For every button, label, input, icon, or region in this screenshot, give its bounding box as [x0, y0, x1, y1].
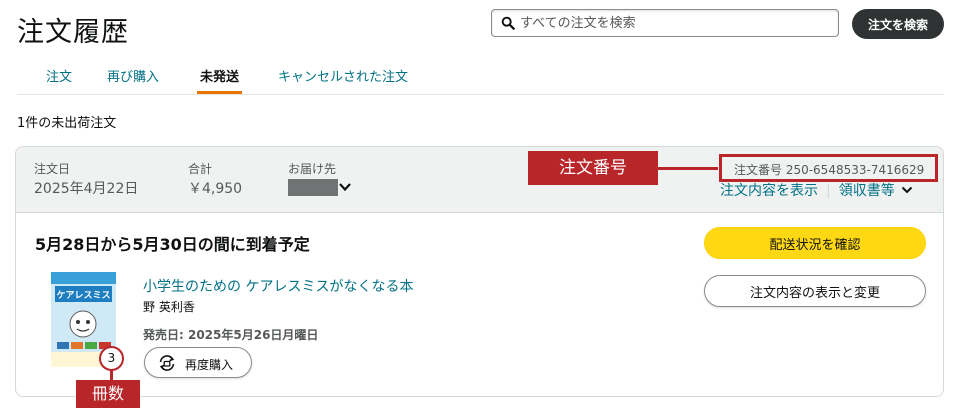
order-date-value: 2025年4月22日	[34, 181, 139, 197]
release-date: 発売日: 2025年5月26日月曜日	[143, 328, 319, 342]
delivery-estimate-heading: 5月28日から5月30日の間に到着予定	[35, 235, 310, 254]
view-order-details-link[interactable]: 注文内容を表示	[720, 183, 818, 199]
page-title: 注文履歴	[17, 17, 129, 48]
search-orders-button[interactable]: 注文を検索	[852, 9, 944, 39]
buy-again-icon	[159, 355, 175, 371]
receipt-link[interactable]: 領収書等	[839, 183, 895, 199]
track-package-button[interactable]: 配送状況を確認	[704, 227, 926, 259]
view-edit-order-button[interactable]: 注文内容の表示と変更	[704, 275, 926, 307]
chevron-down-icon[interactable]	[338, 180, 352, 194]
order-header-links: 注文内容を表示 | 領収書等	[720, 180, 913, 200]
tab-cancelled-orders[interactable]: キャンセルされた注文	[278, 66, 408, 94]
tab-buy-again[interactable]: 再び購入	[107, 66, 159, 94]
search-box[interactable]	[491, 9, 839, 37]
tab-not-shipped[interactable]: 未発送	[196, 66, 243, 94]
order-count-summary: 1件の未出荷注文	[17, 116, 117, 131]
order-total-value: ￥4,950	[188, 181, 243, 197]
buy-again-button[interactable]: 再度購入	[144, 347, 252, 378]
quantity-badge: 3	[99, 346, 124, 371]
quantity-annotation-label: 冊数	[76, 380, 140, 408]
product-title-link[interactable]: 小学生のための ケアレスミスがなくなる本	[143, 276, 413, 296]
order-number-annotation-label: 注文番号	[528, 151, 658, 185]
order-header: 注文日 2025年4月22日 合計 ￥4,950 お届け先 注文内容を表示 | 領収…	[16, 147, 943, 213]
link-separator: |	[826, 183, 831, 199]
order-card: 注文日 2025年4月22日 合計 ￥4,950 お届け先 注文内容を表示 | 領収…	[15, 146, 944, 397]
search-icon	[501, 16, 515, 30]
tabs-divider	[17, 94, 944, 95]
ship-to-label: お届け先	[288, 162, 337, 176]
search-input[interactable]	[520, 12, 830, 34]
book-cover-title: ケアレスミス	[56, 290, 110, 301]
order-date-label: 注文日	[34, 162, 71, 176]
chevron-down-icon[interactable]	[901, 184, 913, 196]
order-number-annotation-line	[658, 167, 718, 170]
product-author: 野 英利香	[143, 300, 195, 314]
ship-to-recipient-redacted[interactable]	[288, 179, 338, 196]
buy-again-label: 再度購入	[185, 358, 234, 372]
order-number: 注文番号 250-6548533-7416629	[719, 154, 938, 182]
order-total-label: 合計	[188, 162, 213, 176]
tab-orders[interactable]: 注文	[46, 66, 72, 94]
